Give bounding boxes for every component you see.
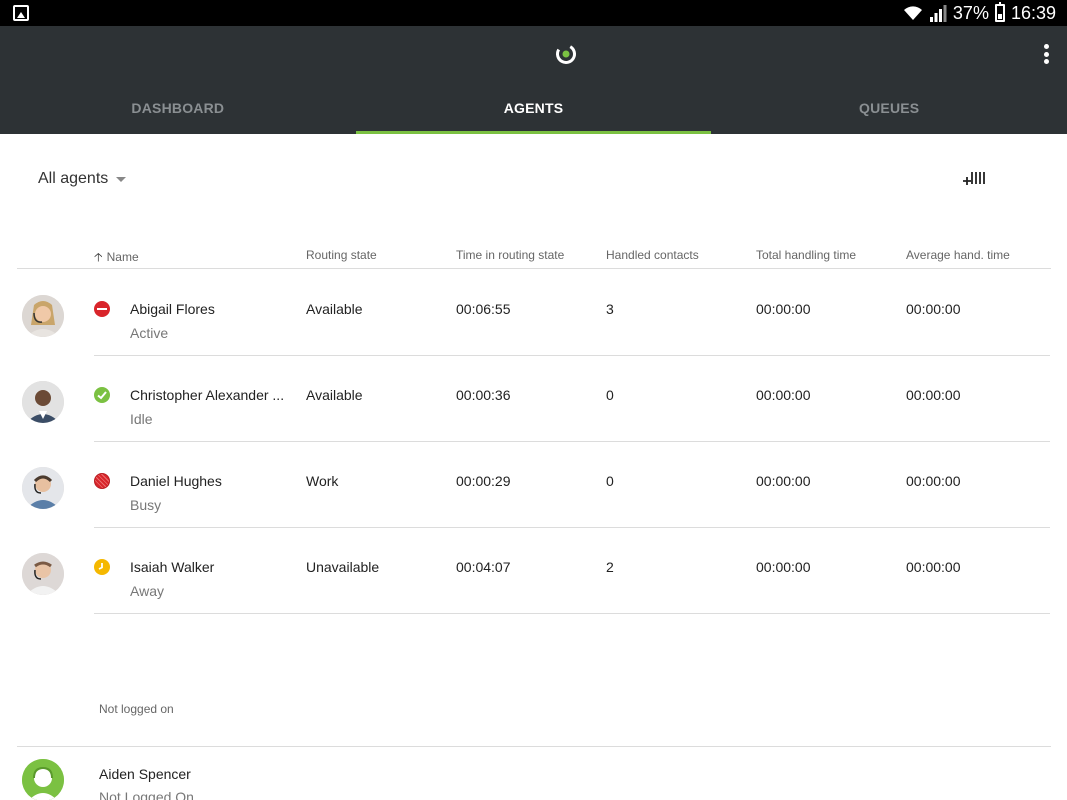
agent-filter-label: All agents [38, 170, 109, 187]
tab-bar: DASHBOARD AGENTS QUEUES [0, 86, 1067, 134]
avatar [22, 553, 64, 595]
system-status-bar: 37% 16:39 [0, 0, 1067, 26]
agent-presence: Not Logged On [99, 789, 194, 800]
wifi-icon [903, 6, 922, 21]
handled-contacts: 0 [606, 473, 614, 489]
tab-dashboard[interactable]: DASHBOARD [0, 86, 356, 134]
column-header-handled-contacts[interactable]: Handled contacts [606, 248, 699, 262]
routing-state: Work [306, 473, 339, 489]
status-bar-right: 37% 16:39 [903, 0, 1056, 26]
handled-contacts: 2 [606, 559, 614, 575]
column-header-name[interactable]: 🡡 Name [94, 248, 139, 269]
avatar [22, 467, 64, 509]
table-row[interactable]: Daniel Hughes Busy Work 00:00:29 0 00:00… [0, 442, 1067, 528]
overflow-menu-icon[interactable] [1043, 44, 1049, 64]
time-in-routing-state: 00:04:07 [456, 559, 511, 575]
average-handling-time: 00:00:00 [906, 387, 961, 403]
agent-presence: Busy [130, 497, 162, 513]
column-header-routing-state[interactable]: Routing state [306, 248, 377, 262]
tab-queues[interactable]: QUEUES [711, 86, 1067, 134]
table-row[interactable]: Aiden Spencer Not Logged On [0, 747, 1067, 800]
agent-presence: Away [130, 583, 164, 599]
time-in-routing-state: 00:00:29 [456, 473, 511, 489]
app-logo-icon [556, 44, 576, 64]
column-header-time-in-state[interactable]: Time in routing state [456, 248, 564, 262]
agent-name: Isaiah Walker [130, 559, 215, 575]
clock-icon [94, 559, 110, 575]
agent-presence: Idle [130, 411, 153, 427]
agent-name: Abigail Flores [130, 301, 215, 317]
agent-filter-dropdown[interactable]: All agents [38, 170, 127, 188]
table-header: 🡡 Name Routing state Time in routing stat… [17, 241, 1051, 269]
cell-signal-icon [929, 5, 947, 22]
routing-state: Available [306, 301, 363, 317]
default-avatar-icon [22, 759, 64, 800]
row-divider [94, 613, 1050, 614]
tab-agents[interactable]: AGENTS [355, 86, 712, 134]
battery-icon [994, 2, 1005, 22]
add-column-icon[interactable] [962, 169, 986, 189]
handled-contacts: 0 [606, 387, 614, 403]
time-in-routing-state: 00:00:36 [456, 387, 511, 403]
average-handling-time: 00:00:00 [906, 559, 961, 575]
gallery-notification-icon [13, 5, 29, 21]
total-handling-time: 00:00:00 [756, 387, 811, 403]
not-logged-on-section-label: Not logged on [99, 702, 174, 716]
dropdown-caret-icon [116, 176, 127, 182]
busy-icon [94, 473, 110, 489]
average-handling-time: 00:00:00 [906, 473, 961, 489]
avatar [22, 381, 64, 423]
agent-name: Aiden Spencer [99, 766, 191, 782]
total-handling-time: 00:00:00 [756, 559, 811, 575]
agent-name: Christopher Alexander ... [130, 387, 285, 403]
check-icon [94, 387, 110, 403]
column-header-average-handling-time[interactable]: Average hand. time [906, 248, 1010, 262]
battery-percent: 37% [952, 2, 989, 23]
table-row[interactable]: Isaiah Walker Away Unavailable 00:04:07 … [0, 528, 1067, 614]
routing-state: Unavailable [306, 559, 380, 575]
avatar [22, 295, 64, 337]
sort-ascending-icon: 🡡 [94, 250, 103, 264]
average-handling-time: 00:00:00 [906, 301, 961, 317]
handled-contacts: 3 [606, 301, 614, 317]
agent-presence: Active [130, 325, 169, 341]
do-not-disturb-icon [94, 301, 110, 317]
time-in-routing-state: 00:06:55 [456, 301, 511, 317]
column-header-total-handling-time[interactable]: Total handling time [756, 248, 856, 262]
table-row[interactable]: Abigail Flores Active Available 00:06:55… [0, 270, 1067, 356]
agent-name: Daniel Hughes [130, 473, 222, 489]
clock: 16:39 [1010, 2, 1056, 23]
total-handling-time: 00:00:00 [756, 301, 811, 317]
total-handling-time: 00:00:00 [756, 473, 811, 489]
table-row[interactable]: Christopher Alexander ... Idle Available… [0, 356, 1067, 442]
routing-state: Available [306, 387, 363, 403]
app-bar: DASHBOARD AGENTS QUEUES [0, 26, 1067, 134]
